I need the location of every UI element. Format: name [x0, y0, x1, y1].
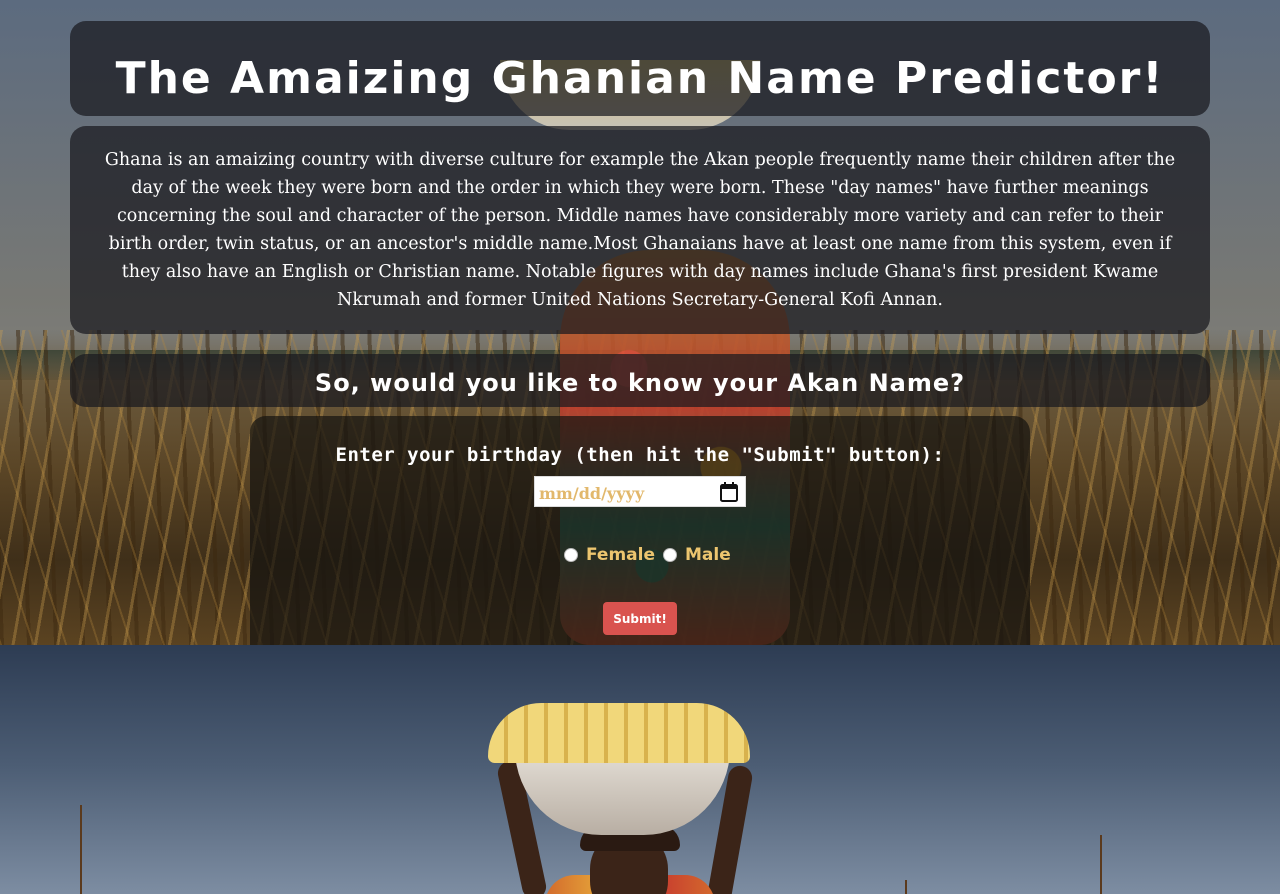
birthday-label: Enter your birthday (then hit the "Submi…	[335, 444, 945, 466]
corn-stalk	[80, 805, 82, 894]
gender-radio-group: Female Male	[564, 544, 739, 566]
intro-paragraph: Ghana is an amaizing country with divers…	[104, 150, 1176, 310]
male-radio[interactable]	[663, 548, 677, 562]
birthday-date-input[interactable]: mm/dd/yyyy	[534, 476, 746, 507]
question-panel: So, would you like to know your Akan Nam…	[70, 354, 1210, 407]
page-title: The Amaizing Ghanian Name Predictor!	[115, 53, 1165, 104]
name-form: Enter your birthday (then hit the "Submi…	[250, 416, 1030, 645]
female-label[interactable]: Female	[586, 545, 655, 565]
intro-panel: Ghana is an amaizing country with divers…	[70, 126, 1210, 334]
male-label[interactable]: Male	[685, 545, 731, 565]
submit-button[interactable]: Submit!	[603, 602, 677, 635]
title-panel: The Amaizing Ghanian Name Predictor!	[70, 21, 1210, 116]
calendar-icon[interactable]	[719, 481, 739, 503]
corn-stalk	[905, 880, 907, 894]
question-heading: So, would you like to know your Akan Nam…	[314, 369, 966, 397]
background-photo-bottom	[0, 645, 1280, 894]
corn-stalk	[1100, 835, 1102, 894]
date-placeholder: mm/dd/yyyy	[539, 484, 645, 503]
corn-load	[488, 703, 750, 763]
female-radio[interactable]	[564, 548, 578, 562]
